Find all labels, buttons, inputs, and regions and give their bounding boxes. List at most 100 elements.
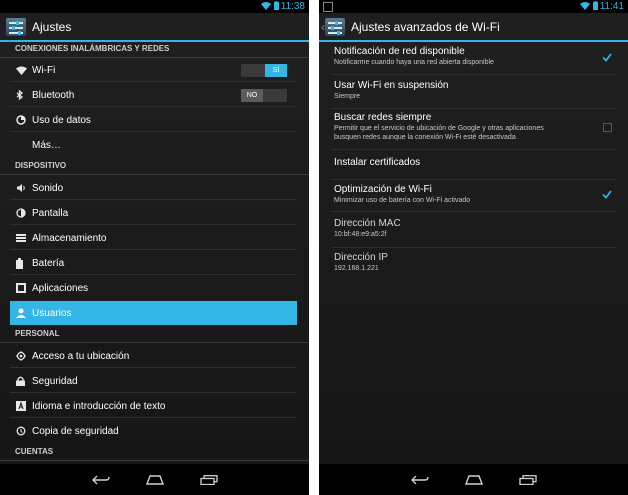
battery-icon <box>16 257 23 269</box>
language-icon <box>16 401 26 411</box>
navigation-bar <box>319 464 628 495</box>
settings-item-security[interactable]: Seguridad <box>10 369 297 393</box>
settings-item-sound[interactable]: Sonido <box>10 176 297 200</box>
settings-item-label: Sonido <box>32 182 64 194</box>
backup-icon <box>16 426 26 436</box>
navigation-bar <box>0 464 309 495</box>
clock: 11:41 <box>599 1 624 12</box>
page-title: Ajustes <box>32 19 72 34</box>
pref-title: Dirección MAC <box>334 218 401 229</box>
settings-item-backup[interactable]: Copia de seguridad <box>10 419 297 443</box>
toggle-off-label: NO <box>241 89 263 102</box>
ip-address-value: 192.168.1.221 <box>334 265 379 272</box>
recent-apps-icon[interactable] <box>199 474 218 485</box>
settings-item-storage[interactable]: Almacenamiento <box>10 226 297 250</box>
battery-icon <box>274 1 279 10</box>
data-usage-icon <box>16 115 26 125</box>
pref-summary: Minimizar uso de batería con Wi-Fi activ… <box>334 197 471 204</box>
settings-item-label: Uso de datos <box>32 114 91 126</box>
settings-item-label: Almacenamiento <box>32 232 107 244</box>
settings-item-location[interactable]: Acceso a tu ubicación <box>10 344 297 368</box>
bluetooth-icon <box>16 90 24 100</box>
settings-item-label: Acceso a tu ubicación <box>32 350 130 362</box>
settings-list: CONEXIONES INALÁMBRICAS Y REDES Wi-Fi SÍ… <box>0 42 309 464</box>
user-icon <box>16 308 26 318</box>
notification-checkbox[interactable] <box>602 53 612 62</box>
apps-icon <box>16 283 26 293</box>
status-bar: 11:41 <box>319 0 628 13</box>
pref-title: Usar Wi-Fi en suspensión <box>334 80 449 91</box>
volume-icon <box>17 184 25 192</box>
pref-network-notification[interactable]: Notificación de red disponible Notificar… <box>319 46 628 75</box>
settings-item-label: Copia de seguridad <box>32 425 119 437</box>
notification-icon <box>323 2 333 12</box>
section-header-accounts: CUENTAS <box>0 445 309 461</box>
pref-summary: Notificarme cuando haya una red abierta … <box>334 59 494 66</box>
always-scan-checkbox[interactable] <box>603 123 612 132</box>
section-header-device: DISPOSITIVO <box>0 159 309 175</box>
settings-item-label: Aplicaciones <box>32 282 89 294</box>
location-icon <box>16 351 26 361</box>
settings-app-icon <box>325 17 345 36</box>
pref-wifi-sleep[interactable]: Usar Wi-Fi en suspensión Siempre <box>319 80 628 109</box>
settings-item-language[interactable]: Idioma e introducción de texto <box>10 394 297 418</box>
pref-summary-line-1: Permitir que el servicio de ubicación de… <box>334 125 544 132</box>
home-icon[interactable] <box>145 474 164 485</box>
settings-item-bluetooth[interactable]: Bluetooth NO <box>10 83 297 107</box>
back-icon[interactable] <box>410 475 429 485</box>
settings-item-label: Batería <box>32 257 65 269</box>
pref-title: Optimización de Wi-Fi <box>334 184 432 195</box>
wifi-toggle[interactable]: SÍ <box>241 64 287 77</box>
optimization-checkbox[interactable] <box>602 190 612 199</box>
pref-wifi-optimization[interactable]: Optimización de Wi-Fi Minimizar uso de b… <box>319 184 628 212</box>
settings-item-battery[interactable]: Batería <box>10 251 297 275</box>
advanced-wifi-list: Notificación de red disponible Notificar… <box>319 42 628 464</box>
pref-summary-line-2: busquen redes aunque la conexión Wi-Fi e… <box>334 134 516 141</box>
recent-apps-icon[interactable] <box>518 474 537 485</box>
settings-item-label: Usuarios <box>32 307 72 319</box>
settings-item-label: Más… <box>32 139 61 151</box>
checkmark-icon <box>602 53 612 62</box>
settings-item-wifi[interactable]: Wi-Fi SÍ <box>10 58 297 82</box>
pref-ip-address: Dirección IP 192.168.1.221 <box>319 252 628 280</box>
brightness-icon <box>16 208 26 218</box>
checkmark-icon <box>602 190 612 199</box>
clock: 11:38 <box>280 1 305 12</box>
pref-mac-address: Dirección MAC 10:bf:48:e9:a5:2f <box>319 218 628 248</box>
settings-item-apps[interactable]: Aplicaciones <box>10 276 297 300</box>
wifi-signal-icon <box>580 2 590 10</box>
settings-item-label: Pantalla <box>32 207 69 219</box>
settings-item-users[interactable]: Usuarios <box>10 301 297 325</box>
mac-address-value: 10:bf:48:e9:a5:2f <box>334 231 387 238</box>
settings-panel: 11:38 Ajustes CONEXIONES INALÁMBRICAS Y … <box>0 0 309 495</box>
back-icon[interactable] <box>91 475 110 485</box>
battery-icon <box>593 1 598 10</box>
settings-item-label: Seguridad <box>32 375 78 387</box>
section-header-personal: PERSONAL <box>0 327 309 343</box>
wifi-signal-icon <box>261 2 271 10</box>
status-bar: 11:38 <box>0 0 309 13</box>
settings-item-more[interactable]: Más… <box>10 133 297 157</box>
storage-icon <box>16 234 26 242</box>
toggle-on-label: SÍ <box>265 64 287 77</box>
advanced-wifi-panel: 11:41 ‹ Ajustes avanzados de Wi-Fi Notif… <box>319 0 628 495</box>
settings-item-data-usage[interactable]: Uso de datos <box>10 108 297 132</box>
settings-item-label: Idioma e introducción de texto <box>32 400 166 412</box>
wifi-icon <box>16 66 27 75</box>
pref-install-certificates[interactable]: Instalar certificados <box>319 156 628 180</box>
settings-item-display[interactable]: Pantalla <box>10 201 297 225</box>
bluetooth-toggle[interactable]: NO <box>241 89 287 102</box>
lock-icon <box>16 376 25 386</box>
home-icon[interactable] <box>464 474 483 485</box>
page-title: Ajustes avanzados de Wi-Fi <box>351 19 500 34</box>
pref-always-scan[interactable]: Buscar redes siempre Permitir que el ser… <box>319 112 628 150</box>
pref-title: Notificación de red disponible <box>334 46 465 57</box>
pref-title: Dirección IP <box>334 252 388 263</box>
section-header-wireless: CONEXIONES INALÁMBRICAS Y REDES <box>0 42 309 58</box>
settings-item-label: Bluetooth <box>32 89 75 101</box>
settings-app-icon <box>6 17 26 36</box>
action-bar[interactable]: ‹ Ajustes avanzados de Wi-Fi <box>319 13 628 42</box>
pref-summary: Siempre <box>334 93 361 100</box>
action-bar: Ajustes <box>0 13 309 42</box>
pref-title: Instalar certificados <box>334 157 421 168</box>
